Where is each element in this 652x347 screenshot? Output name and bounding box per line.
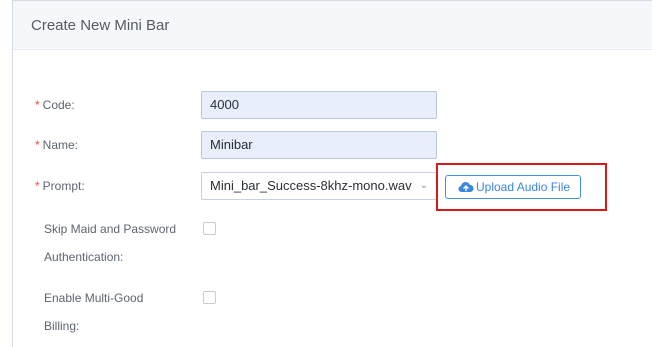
required-marker: * — [35, 179, 40, 193]
cloud-upload-icon — [458, 182, 474, 192]
code-label: * Code: — [35, 98, 75, 112]
name-label: * Name: — [35, 138, 79, 152]
code-input[interactable]: 4000 — [201, 91, 437, 119]
panel-header: Create New Mini Bar — [13, 1, 652, 50]
skip-auth-checkbox[interactable] — [203, 222, 216, 235]
skip-auth-label-line1: Skip Maid and Password — [44, 222, 177, 236]
create-mini-bar-panel: Create New Mini Bar * Code: 4000 * Name: M… — [12, 0, 652, 347]
required-marker: * — [35, 98, 40, 112]
name-input[interactable]: Minibar — [201, 131, 437, 159]
upload-button-label: Upload Audio File — [476, 180, 571, 194]
required-marker: * — [35, 138, 40, 152]
multi-good-label-line1: Enable Multi-Good — [44, 291, 144, 305]
prompt-selected-value: Mini_bar_Success-8khz-mono.wav — [210, 178, 412, 193]
prompt-label: * Prompt: — [35, 179, 85, 193]
multi-good-checkbox[interactable] — [203, 291, 216, 304]
upload-audio-file-button[interactable]: Upload Audio File — [445, 175, 582, 199]
chevron-down-icon: ⌄ — [419, 180, 428, 191]
multi-good-label-line2: Billing: — [44, 319, 80, 333]
skip-auth-label-line2: Authentication: — [44, 250, 124, 264]
prompt-select[interactable]: Mini_bar_Success-8khz-mono.wav ⌄ — [201, 172, 437, 200]
page-title: Create New Mini Bar — [31, 17, 170, 34]
